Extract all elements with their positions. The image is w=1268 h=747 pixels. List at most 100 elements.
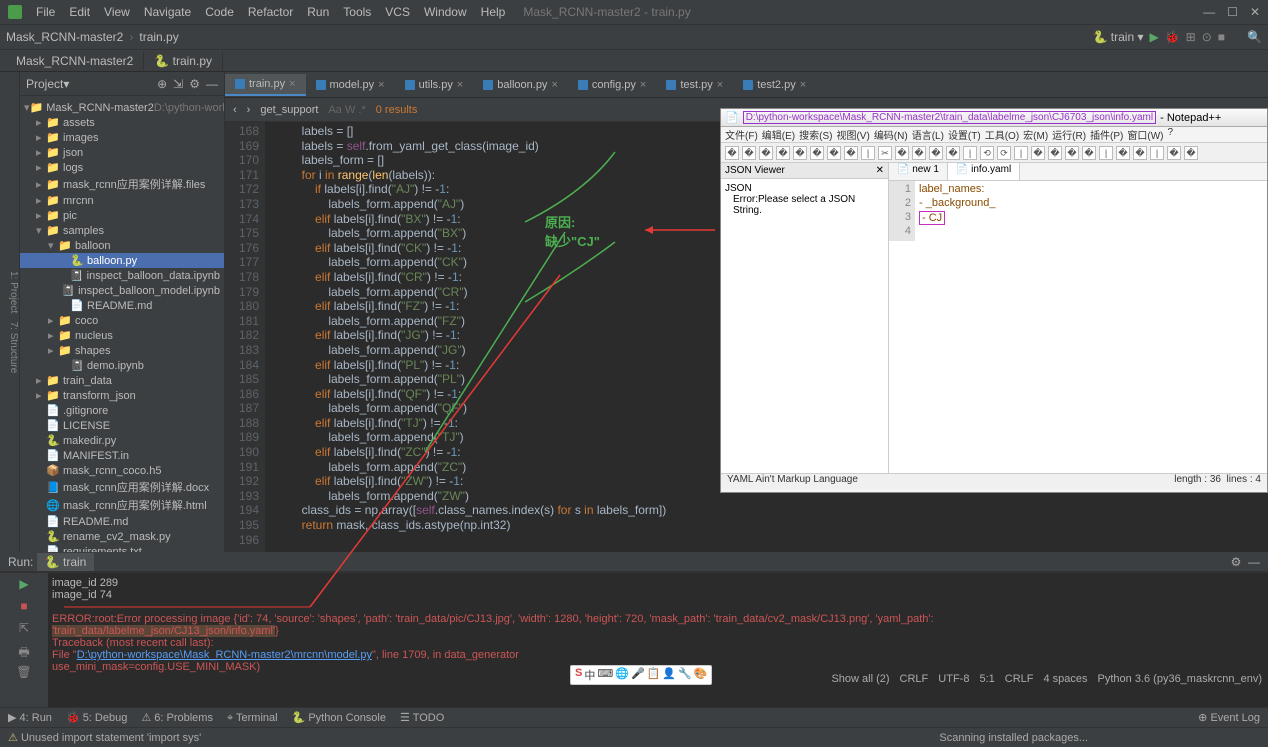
notepad-titlebar[interactable]: 📄 D:\python-workspace\Mask_RCNN-master2\… [721,109,1267,127]
profile-button[interactable]: ⊙ [1202,30,1212,44]
collapse-all-icon[interactable]: ⇲ [173,77,183,91]
run-hide-icon[interactable]: — [1248,555,1260,569]
editor-tab[interactable]: test2.py× [733,75,816,95]
find-next-icon[interactable]: › [247,104,251,116]
tree-item[interactable]: ▸📁mrcnn [20,193,224,208]
tree-item[interactable]: 📓demo.ipynb [20,358,224,373]
bottom-tab[interactable]: ☰ TODO [400,712,444,724]
notepad-toolbar[interactable]: 📄📂💾💾|✂📋📋|⟲⟳|🔍🔎|🔎|🔍 [721,143,1267,163]
menu-edit[interactable]: Edit [63,3,96,21]
tree-item[interactable]: 📓inspect_balloon_model.ipynb [20,283,224,298]
run-tab[interactable]: 🐍 train [37,553,95,571]
editor-tab-bar: train.py×model.py×utils.py×balloon.py×co… [225,72,1268,98]
bottom-tab[interactable]: ▶ 4: Run [8,712,52,724]
tree-item[interactable]: 📄MANIFEST.in [20,448,224,463]
settings-icon[interactable]: ⚙ [189,77,200,91]
bottom-tab[interactable]: ⌖ Terminal [227,712,278,724]
tree-item[interactable]: ▸📁logs [20,160,224,175]
editor-tab[interactable]: config.py× [568,75,656,95]
tree-item[interactable]: ▸📁mask_rcnn应用案例详解.files [20,175,224,193]
editor-tab[interactable]: balloon.py× [473,75,568,95]
tree-item[interactable]: ▸📁nucleus [20,328,224,343]
nav-tab-file[interactable]: 🐍 train.py [144,52,223,70]
tree-item[interactable]: 📓inspect_balloon_data.ipynb [20,268,224,283]
tree-item[interactable]: 📄README.md [20,514,224,529]
notepad-window[interactable]: 📄 D:\python-workspace\Mask_RCNN-master2\… [720,108,1268,493]
tree-item[interactable]: ▾📁balloon [20,238,224,253]
find-input[interactable]: get_support [260,104,318,116]
scroll-to-end-icon[interactable]: ⇱ [15,621,33,639]
tree-item[interactable]: 📄.gitignore [20,403,224,418]
tree-item[interactable]: ▸📁transform_json [20,388,224,403]
stop-process-button[interactable]: ■ [15,599,33,617]
bottom-tab[interactable]: ⚠ 6: Problems [141,712,213,724]
hide-panel-icon[interactable]: — [206,77,218,91]
app-logo-icon [8,5,22,19]
find-prev-icon[interactable]: ‹ [233,104,237,116]
editor-tab[interactable]: test.py× [656,75,733,95]
run-button[interactable]: ▶ [1149,30,1158,44]
run-config-dropdown[interactable]: 🐍 train ▾ [1093,30,1144,44]
notepad-tab-bar[interactable]: 📄 new 1📄 info.yaml [889,163,1267,181]
tree-item[interactable]: 📄README.md [20,298,224,313]
project-tree[interactable]: ▾📁Mask_RCNN-master2 D:\python-workspace\… [20,96,224,552]
ime-toolbar[interactable]: S中⌨🌐🎤📋👤🔧🎨 [570,665,712,685]
menu-window[interactable]: Window [418,3,473,21]
menu-code[interactable]: Code [199,3,240,21]
scroll-from-source-icon[interactable]: ⊕ [157,77,167,91]
menu-view[interactable]: View [98,3,136,21]
tree-item[interactable]: ▸📁coco [20,313,224,328]
clear-icon[interactable]: 🗑 [15,665,33,683]
tree-item[interactable]: 📘mask_rcnn应用案例详解.docx [20,478,224,496]
left-tool-stripe[interactable]: 1: Project 7: Structure [0,72,20,552]
tree-item[interactable]: ▸📁assets [20,115,224,130]
find-results: 0 results [376,104,418,116]
notepad-menu-bar[interactable]: 文件(F)编辑(E)搜索(S)视图(V)编码(N)语言(L)设置(T)工具(O)… [721,127,1267,143]
menu-help[interactable]: Help [475,3,512,21]
menu-refactor[interactable]: Refactor [242,3,299,21]
notepad-code[interactable]: label_names:- _background_- CJ [915,181,999,241]
nav-tab-project[interactable]: Mask_RCNN-master2 [6,52,144,70]
tree-item[interactable]: 📦mask_rcnn_coco.h5 [20,463,224,478]
editor-tab[interactable]: model.py× [306,75,395,95]
breadcrumb-project[interactable]: Mask_RCNN-master2 [6,30,123,44]
tree-item[interactable]: ▾📁Mask_RCNN-master2 D:\python-workspace\… [20,100,224,115]
bottom-tab[interactable]: 🐞 5: Debug [66,712,127,724]
close-button[interactable]: ✕ [1250,5,1260,19]
notepad-editor[interactable]: 📄 new 1📄 info.yaml 1234 label_names:- _b… [889,163,1267,473]
editor-tab[interactable]: utils.py× [395,75,474,95]
search-everywhere-button[interactable]: 🔍 [1247,30,1262,44]
coverage-button[interactable]: ⊞ [1186,30,1196,44]
tree-item[interactable]: ▸📁json [20,145,224,160]
menu-run[interactable]: Run [301,3,335,21]
run-settings-icon[interactable]: ⚙ [1231,555,1242,569]
menu-file[interactable]: File [30,3,61,21]
tree-item[interactable]: ▸📁shapes [20,343,224,358]
tree-item[interactable]: ▸📁train_data [20,373,224,388]
menu-tools[interactable]: Tools [337,3,377,21]
menu-navigate[interactable]: Navigate [138,3,197,21]
print-icon[interactable]: 🖶 [15,643,33,661]
tree-item[interactable]: ▸📁pic [20,208,224,223]
rerun-button[interactable]: ▶ [15,577,33,595]
bottom-tab[interactable]: 🐍 Python Console [292,712,386,724]
tree-item[interactable]: ▸📁images [20,130,224,145]
debug-button[interactable]: 🐞 [1165,30,1180,44]
tree-item[interactable]: 🌐mask_rcnn应用案例详解.html [20,496,224,514]
tree-item[interactable]: 🐍rename_cv2_mask.py [20,529,224,544]
json-panel-close-icon[interactable]: ✕ [876,165,884,176]
project-panel-title: Project [26,77,63,91]
tree-item[interactable]: 🐍balloon.py [20,253,224,268]
event-log-button[interactable]: Event Log [1210,712,1260,724]
tree-item[interactable]: 🐍makedir.py [20,433,224,448]
editor-tab[interactable]: train.py× [225,74,306,96]
menu-vcs[interactable]: VCS [379,3,416,21]
minimize-button[interactable]: — [1203,5,1215,19]
breadcrumb-file[interactable]: train.py [139,30,178,44]
tree-item[interactable]: ▾📁samples [20,223,224,238]
tree-item[interactable]: 📄LICENSE [20,418,224,433]
status-bar-right[interactable]: Show all (2)CRLFUTF-85:1CRLF4 spacesPyth… [831,673,1262,685]
stop-button[interactable]: ■ [1218,30,1225,44]
maximize-button[interactable]: ☐ [1227,5,1238,19]
tree-item[interactable]: 📄requirements.txt [20,544,224,552]
